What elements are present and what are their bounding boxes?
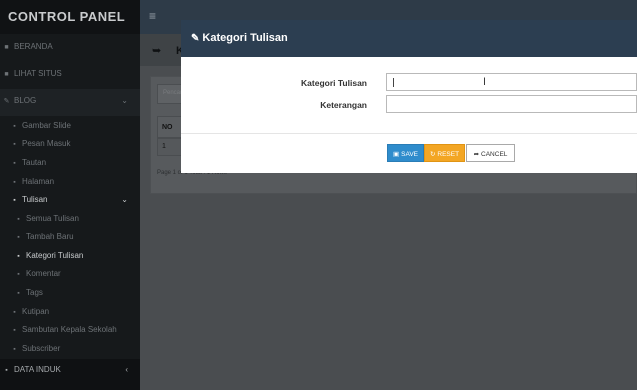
sidebar-item-label: Komentar bbox=[26, 269, 61, 278]
sidebar-item-label: Kategori Tulisan bbox=[26, 251, 84, 260]
sidebar-item-kategori-tulisan[interactable]: ▪ Kategori Tulisan bbox=[0, 251, 140, 269]
reset-button-label: RESET bbox=[437, 151, 460, 158]
text-caret bbox=[393, 78, 394, 87]
database-icon: ▪ bbox=[5, 367, 8, 374]
kategori-tulisan-input[interactable] bbox=[387, 74, 636, 90]
kategori-tulisan-label: Kategori Tulisan bbox=[301, 78, 367, 88]
sign-in-icon: ➥ bbox=[152, 45, 162, 57]
save-button-label: SAVE bbox=[401, 151, 418, 158]
modal-divider bbox=[181, 133, 637, 134]
quote-icon: ▪ bbox=[13, 309, 16, 316]
hamburger-menu-icon[interactable]: ≡ bbox=[149, 9, 156, 23]
sidebar-item-label: BERANDA bbox=[14, 42, 53, 51]
sidebar-item-komentar[interactable]: ▪ Komentar bbox=[0, 269, 140, 287]
envelope-icon: ▪ bbox=[13, 141, 16, 148]
sidebar-item-gambar-slide[interactable]: ▪ Gambar Slide bbox=[0, 121, 140, 139]
sidebar-item-label: Pesan Masuk bbox=[22, 139, 71, 148]
plus-icon: ▪ bbox=[17, 234, 20, 241]
sidebar-item-tambah-baru[interactable]: ▪ Tambah Baru bbox=[0, 232, 140, 250]
keterangan-label: Keterangan bbox=[320, 100, 367, 110]
sidebar-item-label: BLOG bbox=[14, 96, 37, 105]
refresh-icon: ↻ bbox=[429, 151, 436, 158]
sidebar-item-blog[interactable]: ✎ BLOG ⌄ bbox=[0, 89, 140, 116]
sidebar-item-label: Tags bbox=[26, 288, 43, 297]
sidebar-item-label: DATA INDUK bbox=[14, 365, 61, 374]
pencil-icon: ✎ bbox=[3, 98, 10, 105]
sidebar-item-label: Sambutan Kepala Sekolah bbox=[22, 325, 117, 334]
sidebar-item-label: LIHAT SITUS bbox=[14, 69, 62, 78]
kategori-tulisan-field[interactable]: Ⅰ bbox=[386, 73, 637, 91]
file-icon: ▪ bbox=[13, 179, 16, 186]
sidebar-item-sambutan[interactable]: ▪ Sambutan Kepala Sekolah bbox=[0, 325, 140, 343]
sidebar-item-label: Subscriber bbox=[22, 344, 61, 353]
modal-title: Kategori Tulisan bbox=[202, 32, 288, 44]
sidebar-item-pesan-masuk[interactable]: ▪ Pesan Masuk bbox=[0, 139, 140, 157]
ibeam-cursor-icon: Ⅰ bbox=[483, 77, 486, 88]
sidebar-item-kutipan[interactable]: ▪ Kutipan bbox=[0, 307, 140, 325]
reset-button[interactable]: ↻ RESET bbox=[424, 144, 465, 162]
sidebar-item-tags[interactable]: ▪ Tags bbox=[0, 288, 140, 306]
save-button[interactable]: ▣ SAVE bbox=[387, 144, 424, 162]
document-icon: ▪ bbox=[13, 197, 16, 204]
sidebar-item-tautan[interactable]: ▪ Tautan bbox=[0, 158, 140, 176]
comment-icon: ▪ bbox=[17, 271, 20, 278]
user-icon: ▪ bbox=[13, 327, 16, 334]
sidebar-item-label: Kutipan bbox=[22, 307, 50, 316]
sidebar-item-label: Halaman bbox=[22, 177, 55, 186]
edit-icon: ✎ bbox=[191, 33, 200, 44]
chevron-down-icon: ⌄ bbox=[121, 195, 128, 204]
share-icon: ➦ bbox=[473, 151, 480, 158]
keterangan-input[interactable] bbox=[387, 96, 636, 112]
sidebar-item-label: Tambah Baru bbox=[26, 232, 74, 241]
link-icon: ▪ bbox=[13, 160, 16, 167]
sidebar-item-semua-tulisan[interactable]: ▪ Semua Tulisan bbox=[0, 214, 140, 232]
list-icon: ▪ bbox=[17, 216, 20, 223]
chevron-left-icon: ‹ bbox=[125, 365, 128, 374]
sidebar-item-halaman[interactable]: ▪ Halaman bbox=[0, 177, 140, 195]
save-icon: ▣ bbox=[392, 151, 400, 158]
sidebar-item-label: Semua Tulisan bbox=[26, 214, 79, 223]
cancel-button-label: CANCEL bbox=[481, 151, 508, 158]
sidebar-item-label: Tautan bbox=[22, 158, 47, 167]
sidebar-item-label: Tulisan bbox=[22, 195, 48, 204]
sidebar-item-label: Gambar Slide bbox=[22, 121, 71, 130]
brand-title: CONTROL PANEL bbox=[0, 0, 140, 34]
modal-header: ✎ Kategori Tulisan bbox=[181, 20, 637, 57]
users-icon: ▪ bbox=[13, 346, 16, 353]
external-link-icon: ■ bbox=[4, 71, 9, 78]
sidebar-item-data-induk[interactable]: ▪ DATA INDUK ‹ bbox=[0, 365, 140, 383]
sidebar-item-lihat-situs[interactable]: ■ LIHAT SITUS bbox=[0, 69, 140, 87]
tags-icon: ▪ bbox=[17, 290, 20, 297]
sidebar-item-beranda[interactable]: ■ BERANDA bbox=[0, 42, 140, 60]
tag-icon: ▪ bbox=[17, 253, 20, 260]
image-icon: ▪ bbox=[13, 123, 16, 130]
kategori-modal: ✎ Kategori Tulisan Kategori Tulisan Ⅰ Ket… bbox=[181, 20, 637, 173]
sidebar-item-tulisan[interactable]: ▪ Tulisan ⌄ bbox=[0, 195, 140, 213]
home-icon: ■ bbox=[4, 44, 9, 51]
cancel-button[interactable]: ➦ CANCEL bbox=[466, 144, 515, 162]
sidebar: ■ BERANDA ■ LIHAT SITUS ✎ BLOG ⌄ ▪ Gambar Sli… bbox=[0, 34, 140, 390]
chevron-down-icon: ⌄ bbox=[121, 96, 128, 105]
keterangan-field[interactable] bbox=[386, 95, 637, 113]
